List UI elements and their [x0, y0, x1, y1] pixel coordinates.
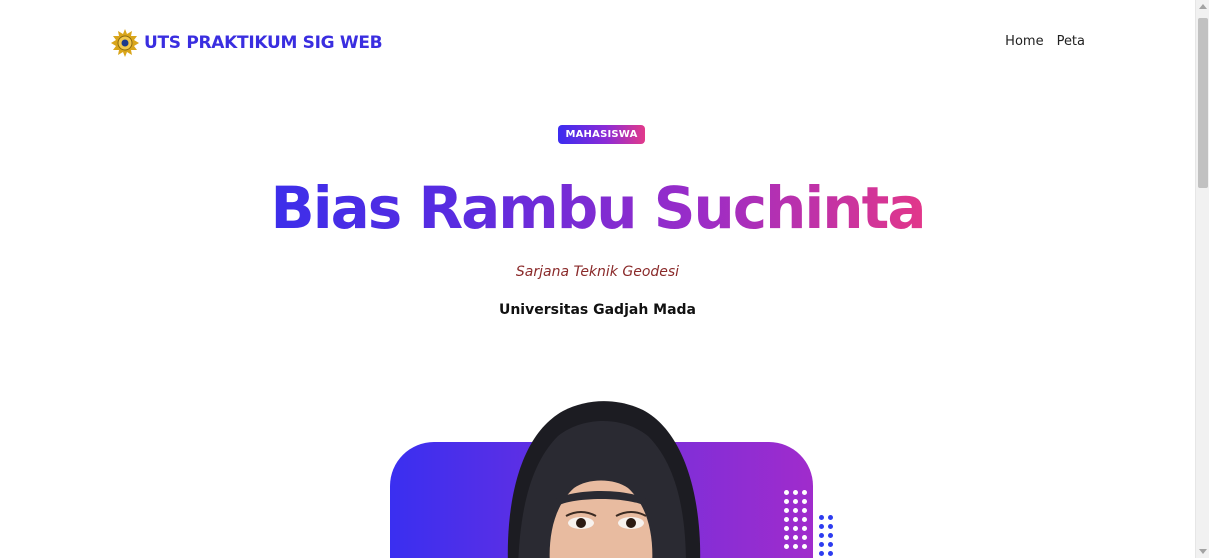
degree-text: Sarjana Teknik Geodesi	[515, 264, 680, 280]
navbar: UTS PRAKTIKUM SIG WEB Home Peta	[0, 0, 1195, 84]
decorative-dots-white	[784, 490, 807, 558]
brand-link[interactable]: UTS PRAKTIKUM SIG WEB	[110, 28, 383, 58]
decorative-dots-blue	[819, 515, 833, 558]
university-text: Universitas Gadjah Mada	[498, 302, 697, 318]
brand-title: UTS PRAKTIKUM SIG WEB	[144, 33, 383, 53]
student-portrait	[507, 401, 701, 558]
nav-links: Home Peta	[1005, 34, 1085, 49]
nav-link-home[interactable]: Home	[1005, 34, 1043, 49]
student-name-text: Bias Rambu Suchinta	[270, 174, 927, 242]
scroll-down-arrow-icon[interactable]	[1199, 549, 1207, 554]
role-badge: MAHASISWA	[558, 125, 645, 144]
student-name: Bias Rambu Suchinta	[0, 168, 1195, 248]
vertical-scrollbar[interactable]	[1195, 0, 1209, 558]
scroll-up-arrow-icon[interactable]	[1199, 4, 1207, 9]
university-seal-icon	[111, 29, 139, 57]
nav-link-peta[interactable]: Peta	[1057, 34, 1085, 49]
scroll-thumb[interactable]	[1198, 18, 1208, 188]
